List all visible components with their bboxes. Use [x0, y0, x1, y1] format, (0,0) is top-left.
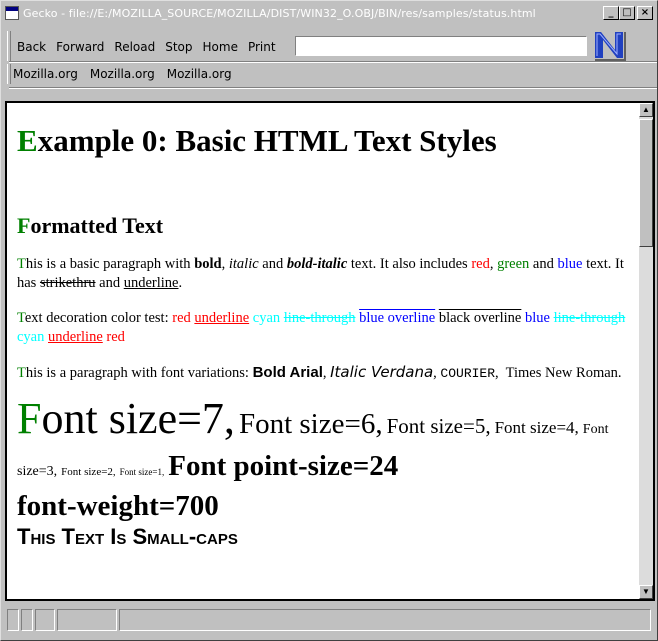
bold-italic-text: bold-italic [286, 256, 348, 272]
reload-button[interactable]: Reload [110, 36, 159, 58]
small-caps-sample: This Text Is Small-caps [17, 524, 238, 549]
cyan-text: cyan [252, 310, 281, 326]
nav-toolbar-grip[interactable] [7, 31, 11, 61]
paragraph-decoration-colors: Text decoration color test: red underlin… [17, 309, 639, 347]
times-text: Times New Roman. [505, 365, 622, 381]
status-bar [5, 605, 655, 633]
paragraph-basic-styles: This is a basic paragraph with bold, ita… [17, 255, 639, 293]
size-4-sample: Font size=4, [494, 418, 579, 437]
vertical-scrollbar[interactable]: ▲ ▼ [639, 103, 653, 599]
point-size-24-sample: Font point-size=24 [168, 450, 399, 482]
bold-text: bold [194, 256, 222, 272]
section-text: ormatted Text [30, 213, 164, 238]
red-underline-text: underline [194, 310, 250, 326]
browser-window: Gecko - file://E:/MOZILLA_SOURCE/MOZILLA… [0, 0, 658, 641]
text: and [258, 256, 287, 272]
green-text: green [497, 256, 530, 272]
underline-text: underline [123, 275, 179, 291]
text: . [178, 275, 183, 291]
status-cell [7, 609, 19, 631]
size-7-text: ont size=7, [41, 394, 235, 443]
strikethrough-text: strikethru [39, 275, 96, 291]
bookmark-link[interactable]: Mozilla.org [90, 67, 155, 81]
status-text-cell [119, 609, 651, 631]
font-size-samples: Font size=7, Font size=6, Font size=5, F… [17, 397, 639, 552]
close-button[interactable]: × [637, 6, 653, 20]
back-button[interactable]: Back [13, 36, 50, 58]
cyan-text: cyan [17, 329, 45, 345]
size-6-sample: Font size=6, [238, 408, 383, 440]
text: and [529, 256, 558, 272]
italic-verdana-text: Italic Verdana [330, 363, 434, 381]
title-bar[interactable]: Gecko - file://E:/MOZILLA_SOURCE/MOZILLA… [3, 3, 655, 23]
text: , [221, 256, 229, 272]
paragraph-initial: T [17, 310, 25, 326]
paragraph-font-variations: This is a paragraph with font variations… [17, 363, 622, 381]
heading-initial: E [17, 123, 38, 158]
text: his is a basic paragraph with [25, 256, 195, 272]
bookmark-link[interactable]: Mozilla.org [167, 67, 232, 81]
text: , [489, 256, 498, 272]
bookmarks-toolbar-grip[interactable] [7, 64, 11, 84]
cyan-line-through-text: line-through [283, 310, 356, 326]
toolbar-separator [9, 61, 657, 63]
minimize-button[interactable]: _ [603, 6, 619, 20]
home-button[interactable]: Home [199, 36, 242, 58]
toolbar-area: Back Forward Reload Stop Home Print Mozi… [5, 25, 657, 89]
scroll-thumb[interactable] [639, 119, 653, 247]
blue-text: blue [557, 256, 583, 272]
size-7-initial: F [17, 394, 42, 443]
size-5-sample: Font size=5, [386, 414, 491, 438]
bookmark-link[interactable]: Mozilla.org [13, 67, 78, 81]
content-frame: Example 0: Basic HTML Text Styles Format… [5, 101, 655, 601]
text: ext decoration color test: [24, 310, 173, 326]
blue-text: blue [524, 310, 550, 326]
netscape-throbber-icon[interactable] [591, 28, 627, 62]
size-2-sample: Font size=2, [61, 466, 116, 478]
status-cell [21, 609, 33, 631]
size-7-sample: Font size=7, [17, 394, 235, 443]
maximize-button[interactable]: □ [619, 6, 635, 20]
bold-arial-text: Bold Arial [252, 364, 323, 381]
scroll-up-arrow-icon[interactable]: ▲ [639, 103, 653, 117]
paragraph-initial: T [17, 365, 26, 381]
window-controls: _ □ × [603, 6, 653, 20]
cyan-line-through-text: line-through [553, 310, 626, 326]
font-weight-700-sample: font-weight=700 [17, 490, 219, 522]
paragraph-initial: T [17, 256, 26, 272]
black-overline-text: black overline [438, 310, 522, 326]
navigation-toolbar: Back Forward Reload Stop Home Print [13, 33, 282, 61]
blue-overline-text: blue overline [359, 310, 436, 326]
red-text: red [172, 310, 191, 326]
text: his is a paragraph with font variations: [25, 365, 253, 381]
red-underline-text: underline [48, 329, 103, 345]
status-progress-cell [57, 609, 117, 631]
size-1-sample: Font size=1, [119, 467, 165, 477]
heading-text: xample 0: Basic HTML Text Styles [37, 123, 497, 158]
url-input[interactable] [295, 36, 587, 56]
status-cell [35, 609, 55, 631]
section-initial: F [17, 213, 31, 238]
window-icon[interactable] [5, 6, 19, 20]
scroll-down-arrow-icon[interactable]: ▼ [639, 585, 653, 599]
print-button[interactable]: Print [244, 36, 280, 58]
text: text. It also includes [347, 256, 472, 272]
courier-text: COURIER [440, 366, 496, 381]
toolbar-separator [9, 87, 657, 89]
bookmarks-toolbar: Mozilla.org Mozilla.org Mozilla.org [13, 65, 244, 83]
italic-text: italic [228, 256, 259, 272]
section-heading: Formatted Text [17, 213, 639, 239]
stop-button[interactable]: Stop [161, 36, 196, 58]
red-text: red [471, 256, 490, 272]
text: and [95, 275, 124, 291]
red-text: red [106, 329, 125, 345]
page-heading: Example 0: Basic HTML Text Styles [17, 123, 639, 159]
forward-button[interactable]: Forward [52, 36, 108, 58]
window-title: Gecko - file://E:/MOZILLA_SOURCE/MOZILLA… [23, 6, 536, 20]
page-content[interactable]: Example 0: Basic HTML Text Styles Format… [7, 103, 639, 599]
